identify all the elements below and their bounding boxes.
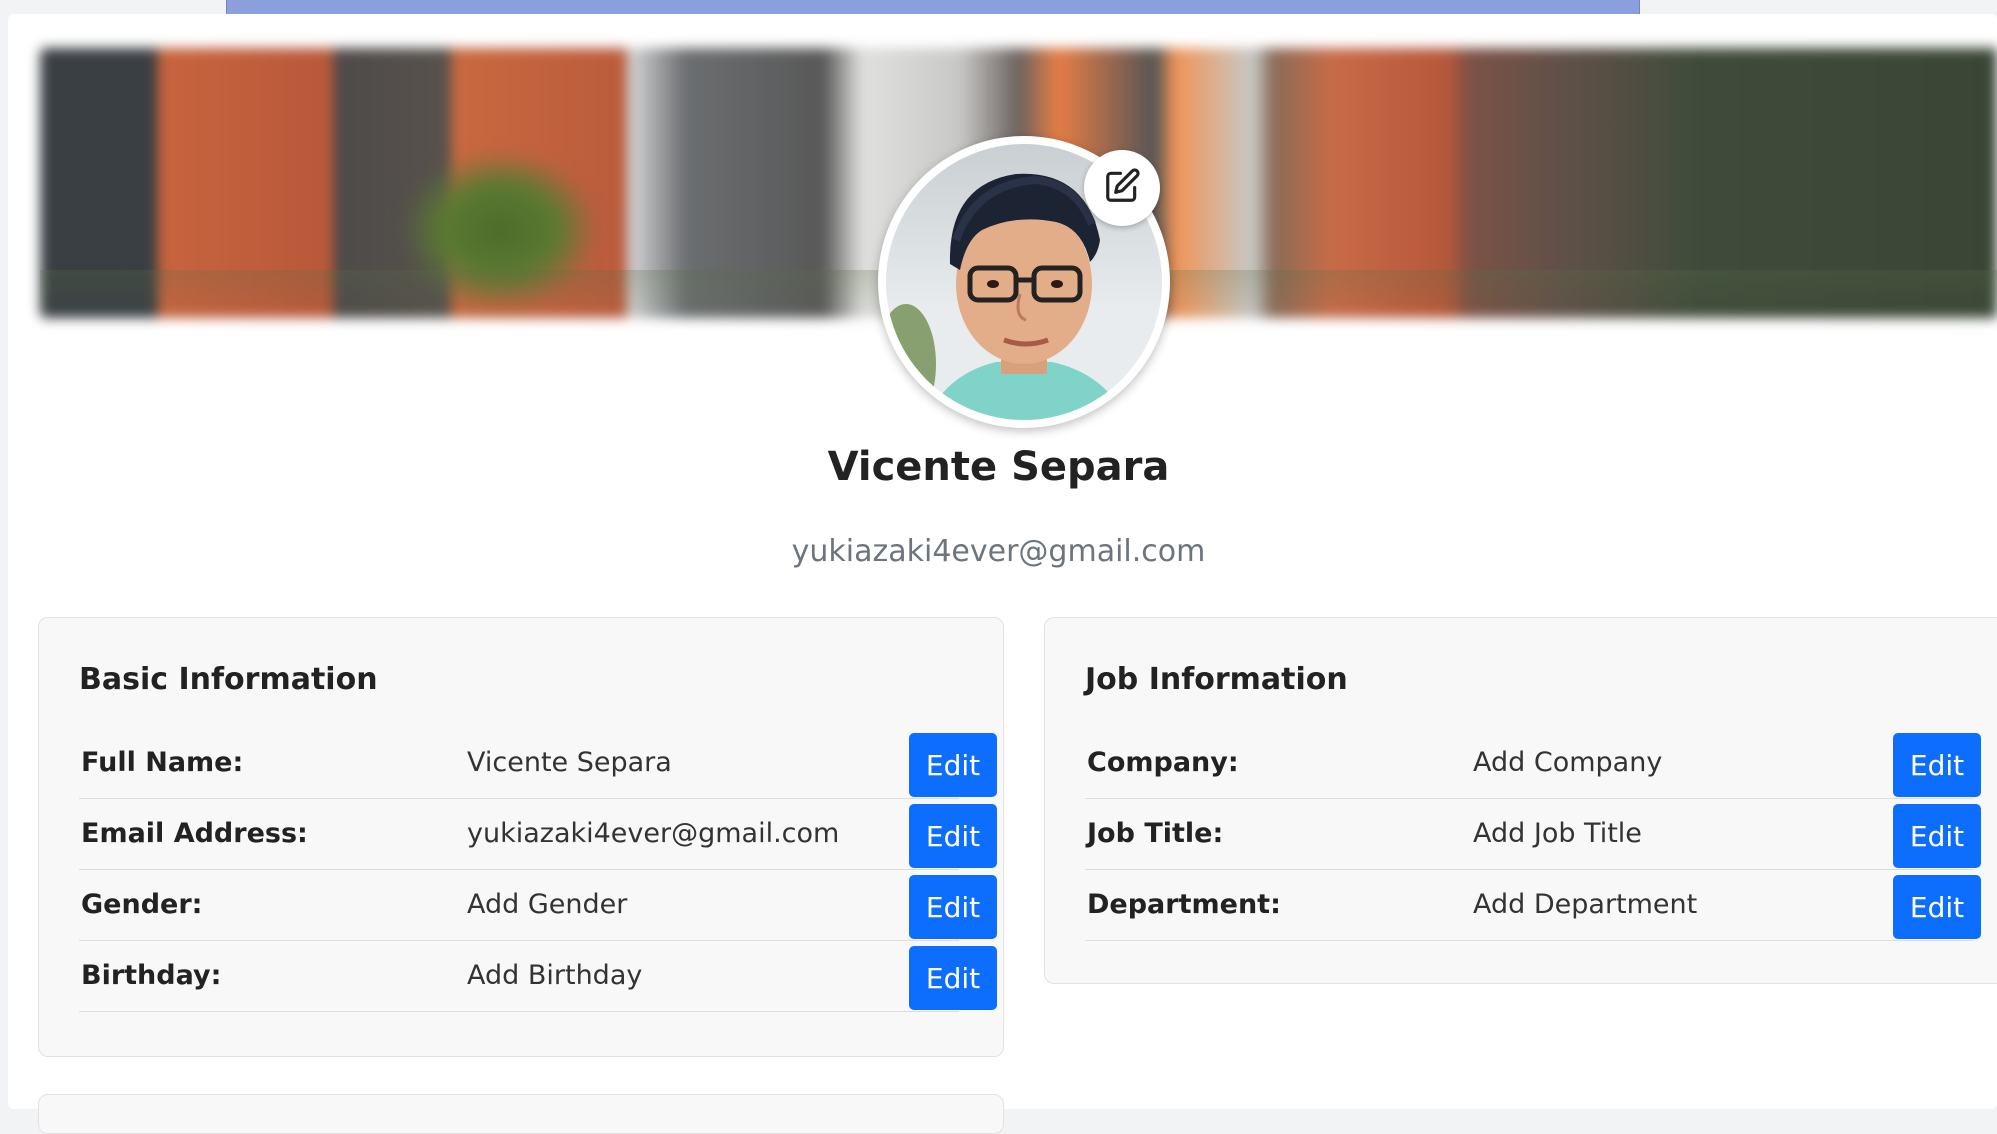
- edit-avatar-button[interactable]: [1084, 150, 1160, 226]
- row-value: Add Birthday: [467, 960, 643, 991]
- info-row-department: Department: Add Department Edit: [1085, 871, 1981, 941]
- row-label: Birthday:: [81, 960, 222, 991]
- info-row-email: Email Address: yukiazaki4ever@gmail.com …: [79, 800, 997, 870]
- pencil-square-icon: [1103, 167, 1141, 209]
- row-value: yukiazaki4ever@gmail.com: [467, 818, 840, 849]
- row-label: Email Address:: [81, 818, 308, 849]
- row-label: Job Title:: [1087, 818, 1224, 849]
- row-value: Add Gender: [467, 889, 628, 920]
- info-row-full-name: Full Name: Vicente Separa Edit: [79, 729, 997, 799]
- row-label: Gender:: [81, 889, 203, 920]
- row-value: Add Job Title: [1473, 818, 1642, 849]
- card-title: Job Information: [1085, 662, 1348, 697]
- row-value: Vicente Separa: [467, 747, 672, 778]
- edit-birthday-button[interactable]: Edit: [909, 946, 997, 1010]
- card-title: Basic Information: [79, 662, 378, 697]
- edit-company-button[interactable]: Edit: [1893, 733, 1981, 797]
- edit-full-name-button[interactable]: Edit: [909, 733, 997, 797]
- edit-job-title-button[interactable]: Edit: [1893, 804, 1981, 868]
- basic-information-card: Basic Information Full Name: Vicente Sep…: [38, 617, 1004, 1057]
- row-label: Department:: [1087, 889, 1281, 920]
- job-information-card: Job Information Company: Add Company Edi…: [1044, 617, 1997, 984]
- additional-card: [38, 1094, 1004, 1134]
- info-row-gender: Gender: Add Gender Edit: [79, 871, 997, 941]
- profile-email: yukiazaki4ever@gmail.com: [791, 534, 1206, 569]
- edit-department-button[interactable]: Edit: [1893, 875, 1981, 939]
- row-value: Add Company: [1473, 747, 1663, 778]
- row-value: Add Department: [1473, 889, 1698, 920]
- edit-email-button[interactable]: Edit: [909, 804, 997, 868]
- row-label: Full Name:: [81, 747, 244, 778]
- profile-name: Vicente Separa: [827, 444, 1170, 490]
- info-row-birthday: Birthday: Add Birthday Edit: [79, 942, 997, 1012]
- edit-gender-button[interactable]: Edit: [909, 875, 997, 939]
- info-row-company: Company: Add Company Edit: [1085, 729, 1981, 799]
- row-label: Company:: [1087, 747, 1239, 778]
- info-row-job-title: Job Title: Add Job Title Edit: [1085, 800, 1981, 870]
